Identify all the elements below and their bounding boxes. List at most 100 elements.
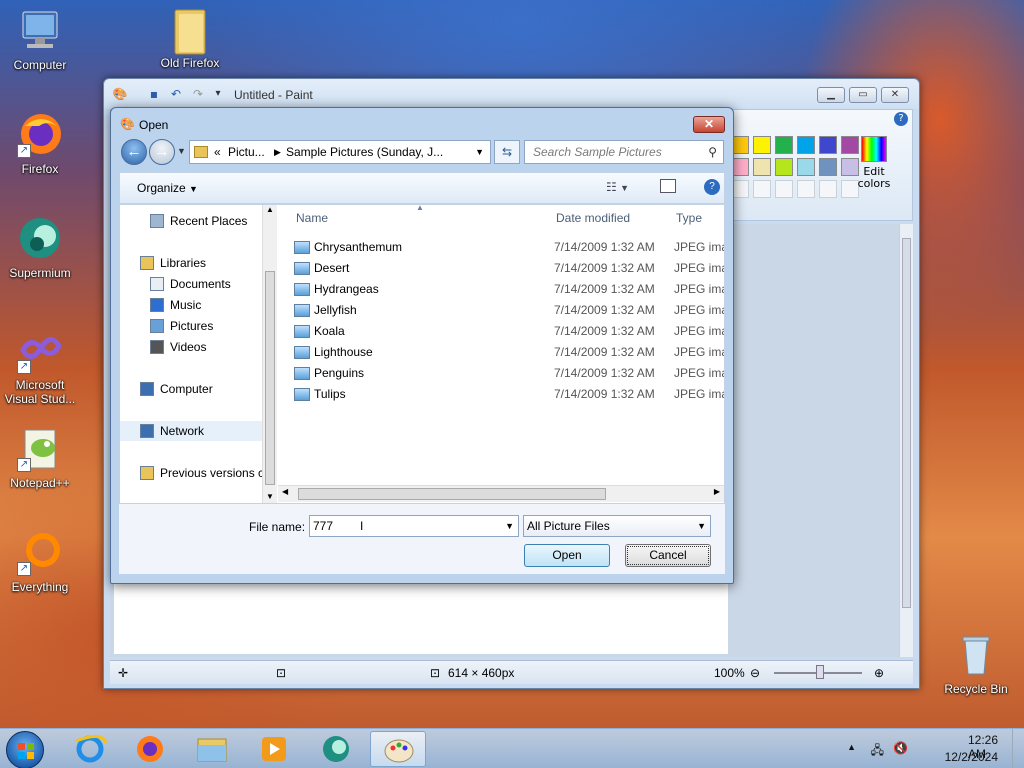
breadcrumb-separator-icon[interactable]: ▶ xyxy=(274,141,281,163)
file-row[interactable]: Desert 7/14/2009 1:32 AM JPEG image xyxy=(292,258,724,279)
file-row[interactable]: Koala 7/14/2009 1:32 AM JPEG image xyxy=(292,321,724,342)
empty-color-swatch[interactable] xyxy=(775,180,793,198)
zoom-in-icon[interactable]: ⊕ xyxy=(874,666,884,680)
file-row[interactable]: Lighthouse 7/14/2009 1:32 AM JPEG image xyxy=(292,342,724,363)
redo-icon[interactable]: ↷ xyxy=(190,87,206,101)
desktop-icon-label: Recycle Bin xyxy=(944,682,1008,696)
file-row[interactable]: Hydrangeas 7/14/2009 1:32 AM JPEG image xyxy=(292,279,724,300)
desktop-icon-computer[interactable]: Computer xyxy=(0,8,80,72)
taskbar-supermium[interactable] xyxy=(308,731,364,767)
empty-color-swatch[interactable] xyxy=(753,180,771,198)
nav-item-previous-versions-c[interactable]: Previous versions c xyxy=(120,463,270,483)
desktop-icon-firefox[interactable]: ↗ Firefox xyxy=(0,112,80,176)
clock-date[interactable]: 12/2/2024 xyxy=(945,750,998,764)
column-header-date-modified[interactable]: Date modified xyxy=(556,205,630,231)
column-header-type[interactable]: Type xyxy=(676,205,702,231)
file-date: 7/14/2009 1:32 AM xyxy=(554,240,655,254)
nav-item-music[interactable]: Music xyxy=(120,295,270,315)
taskbar-paint[interactable] xyxy=(370,731,426,767)
forward-button[interactable]: → xyxy=(149,139,175,165)
show-hidden-icons-icon[interactable]: ▲ xyxy=(847,742,856,752)
documents-icon xyxy=(150,277,164,291)
address-bar[interactable]: « Pictu... ▶ Sample Pictures (Sunday, J.… xyxy=(189,140,491,164)
empty-color-swatch[interactable] xyxy=(819,180,837,198)
cancel-button[interactable]: Cancel xyxy=(625,544,711,567)
refresh-button[interactable]: ⇆ xyxy=(494,140,520,164)
desktop-icon-everything[interactable]: ↗ Everything xyxy=(0,530,80,594)
network-icon[interactable]: 🖧 xyxy=(871,741,884,762)
nav-item-libraries[interactable]: Libraries xyxy=(120,253,270,273)
breadcrumb-sample-pictures[interactable]: Sample Pictures (Sunday, J... xyxy=(286,141,443,163)
selection-size-icon: ⊡ xyxy=(276,666,287,680)
file-name-dropdown-icon[interactable]: ▼ xyxy=(505,516,514,536)
vertical-scrollbar[interactable] xyxy=(899,224,913,657)
address-dropdown-icon[interactable]: ▼ xyxy=(475,141,484,163)
taskbar-internet-explorer[interactable] xyxy=(62,731,118,767)
dialog-close-button[interactable]: ✕ xyxy=(693,116,725,133)
edit-colors-label: Edit colors xyxy=(857,165,891,190)
desktop-icon-supermium[interactable]: Supermium xyxy=(0,216,80,280)
navigation-scrollbar[interactable]: ▲ ▼ xyxy=(262,205,277,503)
nav-item-label: Recent Places xyxy=(170,214,248,228)
column-header-name[interactable]: Name xyxy=(296,205,328,231)
recent-pages-dropdown-icon[interactable]: ▼ xyxy=(177,146,186,156)
color-swatch[interactable] xyxy=(753,158,771,176)
color-swatch[interactable] xyxy=(797,136,815,154)
nav-item-documents[interactable]: Documents xyxy=(120,274,270,294)
quick-access-dropdown-icon[interactable]: ▾ xyxy=(210,87,226,101)
color-swatch[interactable] xyxy=(775,158,793,176)
help-icon[interactable]: ? xyxy=(894,112,908,126)
organize-button[interactable]: Organize ▼ xyxy=(137,181,198,195)
color-swatch[interactable] xyxy=(753,136,771,154)
desktop-icon-visual-studio[interactable]: ↗ Microsoft Visual Stud... xyxy=(0,328,80,406)
nav-item-videos[interactable]: Videos xyxy=(120,337,270,357)
color-swatch[interactable] xyxy=(819,136,837,154)
file-type: JPEG image xyxy=(674,366,724,380)
zoom-out-icon[interactable]: ⊖ xyxy=(750,666,760,680)
open-button[interactable]: Open xyxy=(524,544,610,567)
back-button[interactable]: ← xyxy=(121,139,147,165)
maximize-button[interactable]: ▭ xyxy=(849,87,877,103)
file-type-select[interactable]: All Picture Files ▼ xyxy=(523,515,711,537)
preview-pane-icon[interactable] xyxy=(660,179,676,193)
start-button[interactable] xyxy=(6,731,44,768)
file-list-horizontal-scrollbar[interactable]: ◀ ▶ xyxy=(278,485,724,502)
search-input[interactable]: Search Sample Pictures ⚲ xyxy=(524,140,724,164)
file-name-input[interactable]: 777 I ▼ xyxy=(309,515,519,537)
desktop-icon-notepad-plus-plus[interactable]: ↗ Notepad++ xyxy=(0,426,80,490)
color-swatch[interactable] xyxy=(819,158,837,176)
nav-item-computer[interactable]: Computer xyxy=(120,379,270,399)
file-row[interactable]: Penguins 7/14/2009 1:32 AM JPEG image xyxy=(292,363,724,384)
breadcrumb-overflow[interactable]: « xyxy=(214,141,221,163)
folder-icon xyxy=(167,6,213,55)
color-swatch[interactable] xyxy=(775,136,793,154)
help-icon[interactable]: ? xyxy=(704,179,720,195)
volume-muted-icon[interactable]: 🔇 xyxy=(893,741,908,755)
save-icon[interactable]: ▪ xyxy=(146,87,162,101)
minimize-button[interactable]: ▁ xyxy=(817,87,845,103)
nav-item-network[interactable]: Network xyxy=(120,421,270,441)
zoom-slider-thumb[interactable] xyxy=(816,665,824,679)
taskbar-media-player[interactable] xyxy=(246,731,302,767)
edit-colors-button[interactable]: Edit colors xyxy=(855,136,893,196)
desktop-icon-old-firefox[interactable]: Old Firefox xyxy=(150,6,230,70)
image-file-icon xyxy=(294,262,310,275)
undo-icon[interactable]: ↶ xyxy=(168,87,184,101)
desktop-icon-recycle-bin[interactable]: Recycle Bin xyxy=(936,632,1016,696)
taskbar-file-explorer[interactable] xyxy=(184,731,240,767)
breadcrumb-pictures[interactable]: Pictu... xyxy=(228,141,265,163)
view-options-icon[interactable]: ☷ ▼ xyxy=(606,180,629,194)
close-button[interactable]: ✕ xyxy=(881,87,909,103)
taskbar-firefox[interactable] xyxy=(122,731,178,767)
file-row[interactable]: Tulips 7/14/2009 1:32 AM JPEG image xyxy=(292,384,724,405)
file-row[interactable]: Jellyfish 7/14/2009 1:32 AM JPEG image xyxy=(292,300,724,321)
empty-color-swatch[interactable] xyxy=(797,180,815,198)
zoom-level: 100% xyxy=(714,666,745,680)
nav-item-recent-places[interactable]: Recent Places xyxy=(120,211,270,231)
show-desktop-button[interactable] xyxy=(1012,729,1024,768)
file-name: Desert xyxy=(314,261,350,275)
nav-item-pictures[interactable]: Pictures xyxy=(120,316,270,336)
file-row[interactable]: Chrysanthemum 7/14/2009 1:32 AM JPEG image xyxy=(292,237,724,258)
color-swatch[interactable] xyxy=(797,158,815,176)
file-date: 7/14/2009 1:32 AM xyxy=(554,324,655,338)
